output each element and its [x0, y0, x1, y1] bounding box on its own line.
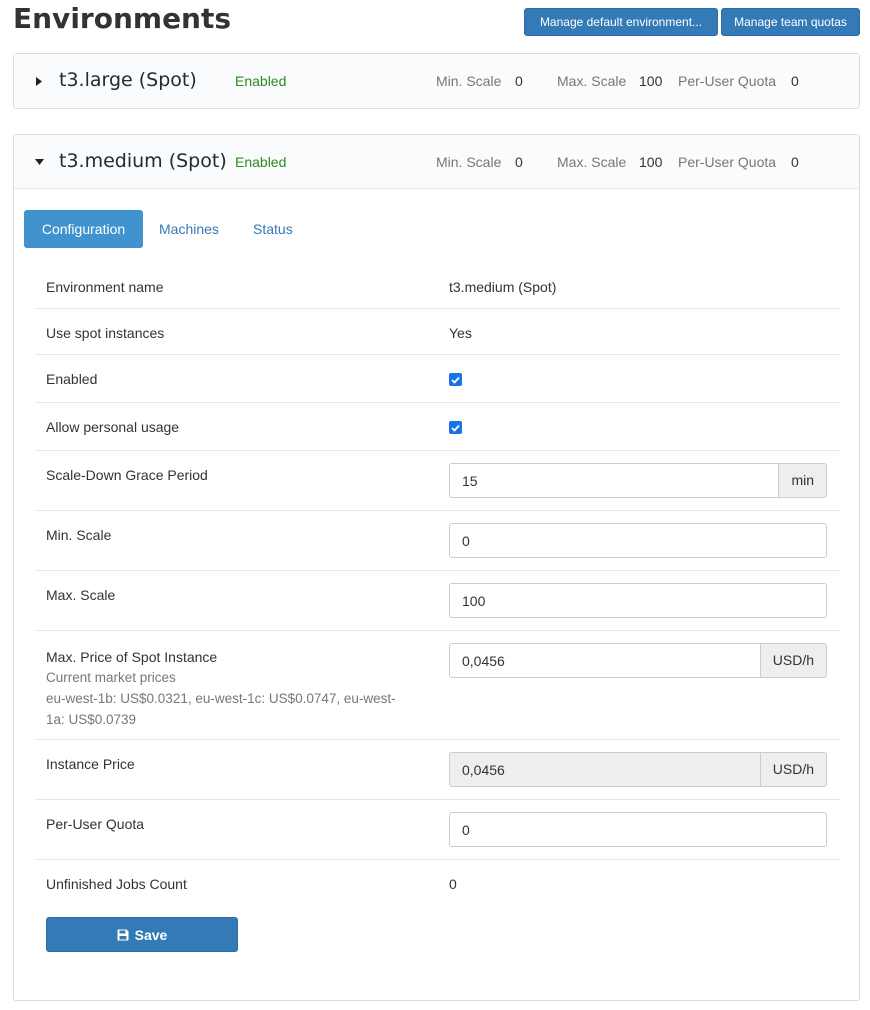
grace-period-label: Scale-Down Grace Period [46, 467, 208, 483]
manage-team-quotas-button[interactable]: Manage team quotas [721, 8, 860, 36]
instance-price-unit: USD/h [760, 752, 827, 787]
quota-label: Per-User Quota [678, 154, 777, 170]
environment-name[interactable]: t3.large (Spot) [59, 69, 197, 91]
check-icon [451, 424, 460, 432]
max-scale-label: Max. Scale [557, 73, 627, 89]
form-row: Use spot instances Yes [35, 309, 840, 355]
personal-usage-label: Allow personal usage [46, 419, 180, 435]
min-scale-label: Min. Scale [436, 154, 502, 170]
instance-price-input [449, 752, 761, 787]
caret-right-icon[interactable] [34, 75, 44, 87]
check-icon [451, 376, 460, 384]
per-user-quota-group [449, 812, 827, 847]
max-scale-group [449, 583, 827, 618]
market-prices-label: Current market prices [46, 670, 176, 685]
environment-header[interactable]: t3.large (Spot) Enabled Min. Scale 0 Max… [14, 54, 859, 108]
per-user-quota-input[interactable] [449, 812, 827, 847]
min-scale-value: 0 [515, 154, 523, 170]
form-row: Max. Price of Spot Instance Current mark… [35, 631, 840, 740]
tab-status[interactable]: Status [237, 210, 309, 248]
quota-value: 0 [791, 154, 799, 170]
form-row: Instance Price USD/h [35, 740, 840, 800]
quota-label: Per-User Quota [678, 73, 777, 89]
personal-usage-checkbox[interactable] [449, 421, 462, 434]
caret-down-icon[interactable] [34, 156, 44, 168]
save-button-label: Save [134, 926, 168, 943]
status-badge: Enabled [235, 73, 287, 89]
form-row: Per-User Quota [35, 800, 840, 860]
max-scale-label: Max. Scale [557, 154, 627, 170]
max-price-label-block: Max. Price of Spot Instance Current mark… [46, 647, 426, 730]
max-scale-label: Max. Scale [46, 587, 116, 603]
environment-name-label: Environment name [46, 279, 164, 295]
max-scale-value: 100 [639, 154, 663, 170]
floppy-disk-icon [117, 929, 129, 940]
instance-price-group: USD/h [449, 752, 827, 787]
form-row: Allow personal usage [35, 403, 840, 451]
tab-machines[interactable]: Machines [143, 210, 235, 248]
min-scale-group [449, 523, 827, 558]
environment-panel-t3-medium: t3.medium (Spot) Enabled Min. Scale 0 Ma… [13, 134, 860, 1001]
environment-panel-t3-large: t3.large (Spot) Enabled Min. Scale 0 Max… [13, 53, 860, 109]
form-row: Max. Scale [35, 571, 840, 631]
unfinished-jobs-value: 0 [449, 876, 457, 892]
min-scale-input[interactable] [449, 523, 827, 558]
max-price-input[interactable] [449, 643, 761, 678]
form-row: Unfinished Jobs Count 0 [35, 860, 840, 906]
instance-price-label: Instance Price [46, 756, 135, 772]
unfinished-jobs-label: Unfinished Jobs Count [46, 876, 187, 892]
min-scale-label: Min. Scale [46, 527, 112, 543]
environment-name-value: t3.medium (Spot) [449, 279, 557, 295]
quota-value: 0 [791, 73, 799, 89]
max-price-unit: USD/h [760, 643, 827, 678]
form-row: Environment name t3.medium (Spot) [35, 265, 840, 309]
market-prices-line-1: eu-west-1b: US$0.0321, eu-west-1c: US$0.… [46, 691, 396, 706]
enabled-label: Enabled [46, 371, 98, 387]
save-button[interactable]: Save [46, 917, 238, 952]
manage-default-environment-button[interactable]: Manage default environment... [524, 8, 718, 36]
grace-period-unit: min [779, 463, 827, 498]
tab-configuration[interactable]: Configuration [24, 210, 143, 248]
max-scale-input[interactable] [449, 583, 827, 618]
page-title: Environments [13, 2, 232, 35]
max-price-group: USD/h [449, 643, 827, 678]
form-row: Min. Scale [35, 511, 840, 571]
use-spot-label: Use spot instances [46, 325, 165, 341]
market-prices-line-2: 1a: US$0.0739 [46, 712, 137, 727]
max-scale-value: 100 [639, 73, 663, 89]
form-row: Enabled [35, 355, 840, 403]
grace-period-input[interactable] [449, 463, 780, 498]
per-user-quota-label: Per-User Quota [46, 816, 145, 832]
min-scale-label: Min. Scale [436, 73, 502, 89]
environment-name[interactable]: t3.medium (Spot) [59, 150, 227, 172]
use-spot-value: Yes [449, 325, 472, 341]
min-scale-value: 0 [515, 73, 523, 89]
environment-header[interactable]: t3.medium (Spot) Enabled Min. Scale 0 Ma… [14, 135, 859, 189]
enabled-checkbox[interactable] [449, 373, 462, 386]
form-row: Scale-Down Grace Period min [35, 451, 840, 511]
grace-period-group: min [449, 463, 827, 498]
configuration-form: Environment name t3.medium (Spot) Use sp… [35, 265, 840, 906]
max-price-label: Max. Price of Spot Instance [46, 649, 218, 665]
status-badge: Enabled [235, 154, 287, 170]
